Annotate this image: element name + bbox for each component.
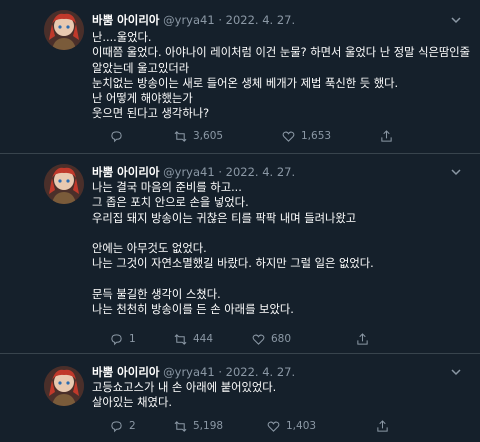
- retweet-icon: [174, 420, 187, 432]
- author-name[interactable]: 바뿜 아이리아: [92, 13, 159, 27]
- more-options-icon[interactable]: [448, 164, 464, 180]
- reply-count: 2: [129, 420, 136, 432]
- more-options-icon[interactable]: [448, 12, 464, 28]
- author-handle[interactable]: @yrya41: [163, 165, 215, 179]
- tweet-line: 눈치없는 방송이는 새로 들어온 생체 베개가 제법 푹신한 듯 했다.: [92, 76, 399, 90]
- reply-button[interactable]: [110, 128, 129, 144]
- author-name[interactable]: 바뿜 아이리아: [92, 165, 159, 179]
- separator: ·: [218, 13, 222, 27]
- heart-icon: [282, 131, 295, 142]
- retweet-count: 444: [193, 333, 214, 345]
- tweet-line: 우리집 돼지 방송이는 귀찮은 티를 팍팍 내며 들려나왔고: [92, 211, 357, 225]
- retweet-button[interactable]: 5,198: [174, 418, 223, 434]
- avatar[interactable]: [44, 10, 84, 50]
- tweet-line: 고등쇼고스가 내 손 아래에 붙어있었다.: [92, 381, 277, 394]
- heart-icon: [267, 421, 280, 432]
- retweet-count: 5,198: [193, 420, 224, 432]
- share-icon: [381, 129, 392, 142]
- tweet-date[interactable]: 2022. 4. 27.: [226, 13, 296, 27]
- retweet-button[interactable]: 444: [174, 331, 213, 347]
- like-button[interactable]: 1,653: [282, 128, 331, 144]
- tweet-1[interactable]: 바뿜 아이리아 @yrya41 · 2022. 4. 27. 난....울었다.…: [0, 0, 480, 154]
- tweet-date[interactable]: 2022. 4. 27.: [226, 165, 296, 179]
- tweet-line: 알았는데 울고있더라: [92, 61, 190, 75]
- tweet-text: 난....울었다. 이때쯤 울었다. 아야나이 레이처럼 이건 눈물? 하면서 …: [92, 30, 470, 122]
- avatar[interactable]: [44, 164, 84, 204]
- avatar[interactable]: [44, 366, 84, 406]
- reply-count: 1: [129, 333, 136, 345]
- author-name[interactable]: 바뿜 아이리아: [92, 365, 159, 379]
- tweet-actions: 2 5,198 1,403: [92, 418, 480, 434]
- tweet-line: 웃으면 된다고 생각하나?: [92, 107, 210, 121]
- retweet-icon: [174, 333, 187, 345]
- tweet-line: 안에는 아무것도 없었다.: [92, 242, 207, 256]
- like-button[interactable]: 680: [252, 331, 291, 347]
- tweet-header: 바뿜 아이리아 @yrya41 · 2022. 4. 27.: [92, 164, 295, 180]
- share-icon: [377, 419, 388, 432]
- retweet-icon: [174, 130, 187, 142]
- retweet-button[interactable]: 3,605: [174, 128, 223, 144]
- reply-button[interactable]: 1: [110, 331, 136, 347]
- tweet-date[interactable]: 2022. 4. 27.: [226, 365, 296, 379]
- separator: ·: [218, 365, 222, 379]
- reply-button[interactable]: 2: [110, 418, 136, 434]
- author-handle[interactable]: @yrya41: [163, 13, 215, 27]
- separator: ·: [218, 165, 222, 179]
- tweet-line: 난 어떻게 해야했는가: [92, 92, 193, 106]
- tweet-2[interactable]: 바뿜 아이리아 @yrya41 · 2022. 4. 27. 나는 결국 마음의…: [0, 154, 480, 354]
- tweet-line: 나는 결국 마음의 준비를 하고...: [92, 181, 242, 194]
- reply-icon: [111, 333, 122, 345]
- share-icon: [357, 332, 368, 345]
- heart-icon: [252, 334, 265, 345]
- tweet-actions: 1 444 680: [92, 331, 480, 347]
- reply-icon: [111, 130, 122, 142]
- share-button[interactable]: [376, 418, 389, 434]
- tweet-3[interactable]: 바뿜 아이리아 @yrya41 · 2022. 4. 27. 고등쇼고스가 내 …: [0, 354, 480, 442]
- share-button[interactable]: [356, 331, 369, 347]
- like-count: 680: [271, 333, 292, 345]
- tweet-line: 이때쯤 울었다. 아야나이 레이처럼 이건 눈물? 하면서 울었다 난 정말 식…: [92, 46, 471, 60]
- like-count: 1,653: [301, 130, 332, 142]
- tweet-header: 바뿜 아이리아 @yrya41 · 2022. 4. 27.: [92, 12, 295, 28]
- tweet-line: 그 좁은 포치 안으로 손을 넣었다.: [92, 196, 249, 210]
- share-button[interactable]: [380, 128, 393, 144]
- tweet-text: 나는 결국 마음의 준비를 하고... 그 좁은 포치 안으로 손을 넣었다. …: [92, 180, 374, 318]
- author-handle[interactable]: @yrya41: [163, 365, 215, 379]
- like-count: 1,403: [286, 420, 317, 432]
- reply-icon: [111, 420, 122, 432]
- tweet-actions: 3,605 1,653: [92, 128, 480, 144]
- tweet-line: 난....울었다.: [92, 31, 152, 44]
- more-options-icon[interactable]: [448, 364, 464, 380]
- retweet-count: 3,605: [193, 130, 224, 142]
- tweet-header: 바뿜 아이리아 @yrya41 · 2022. 4. 27.: [92, 364, 295, 380]
- tweet-line: 나는 그것이 자연소멸했길 바랐다. 하지만 그럴 일은 없었다.: [92, 257, 374, 271]
- tweet-line: 문득 불길한 생각이 스쳤다.: [92, 288, 221, 302]
- tweet-text: 고등쇼고스가 내 손 아래에 붙어있었다. 살아있는 채였다.: [92, 380, 276, 411]
- tweet-line: 살아있는 채였다.: [92, 396, 172, 410]
- tweet-line: 나는 천천히 방송이를 든 손 아래를 보았다.: [92, 303, 294, 317]
- like-button[interactable]: 1,403: [267, 418, 316, 434]
